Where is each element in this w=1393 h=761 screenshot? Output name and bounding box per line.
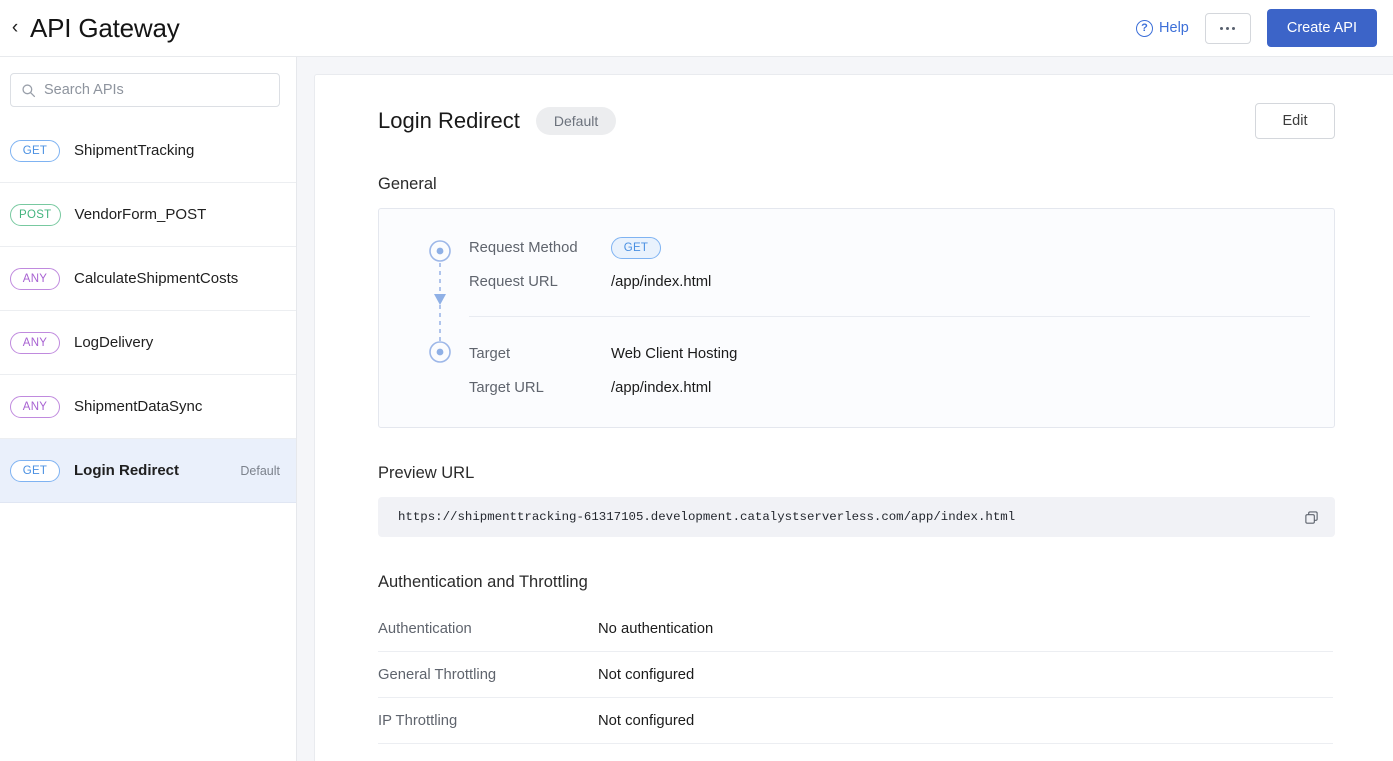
detail-header: Login Redirect Default Edit <box>378 103 1335 139</box>
page-title: API Gateway <box>30 13 180 44</box>
search-box[interactable] <box>10 73 280 107</box>
auth-row-label: IP Throttling <box>378 713 598 729</box>
api-list-item[interactable]: GET Login Redirect Default <box>0 439 296 503</box>
preview-url-text: https://shipmenttracking-61317105.develo… <box>398 510 1015 524</box>
api-name: VendorForm_POST <box>75 206 207 223</box>
api-name: Login Redirect <box>74 462 179 479</box>
auth-row-label: General Throttling <box>378 667 598 683</box>
request-method-row: Request Method GET <box>469 231 1310 265</box>
auth-row-value: Not configured <box>598 713 694 729</box>
target-group: Target Web Client Hosting Target URL /ap… <box>469 316 1310 405</box>
api-list-item[interactable]: ANY LogDelivery <box>0 311 296 375</box>
method-badge: ANY <box>10 332 60 354</box>
general-card: Request Method GET Request URL /app/inde… <box>378 208 1335 428</box>
api-detail-panel: Login Redirect Default Edit General <box>314 74 1393 761</box>
api-name: ShipmentDataSync <box>74 398 202 415</box>
preview-url-box: https://shipmenttracking-61317105.develo… <box>378 497 1335 537</box>
api-list-item[interactable]: ANY CalculateShipmentCosts <box>0 247 296 311</box>
edit-button[interactable]: Edit <box>1255 103 1335 139</box>
target-label: Target <box>469 346 611 362</box>
api-sidebar: GET ShipmentTracking POST VendorForm_POST AN… <box>0 57 297 761</box>
question-circle-icon: ? <box>1136 20 1153 37</box>
more-options-button[interactable] <box>1205 13 1251 44</box>
auth-table: AuthenticationNo authenticationGeneral T… <box>378 606 1333 744</box>
auth-row-value: Not configured <box>598 667 694 683</box>
target-url-label: Target URL <box>469 380 611 396</box>
request-url-value: /app/index.html <box>611 274 711 290</box>
api-name: ShipmentTracking <box>74 142 194 159</box>
api-list-item[interactable]: POST VendorForm_POST <box>0 183 296 247</box>
create-api-button[interactable]: Create API <box>1267 9 1377 47</box>
request-url-label: Request URL <box>469 274 611 290</box>
request-url-row: Request URL /app/index.html <box>469 265 1310 299</box>
api-list-item[interactable]: ANY ShipmentDataSync <box>0 375 296 439</box>
api-list: GET ShipmentTracking POST VendorForm_POST AN… <box>0 119 296 761</box>
api-name: CalculateShipmentCosts <box>74 270 238 287</box>
back-chevron-icon[interactable]: ‹ <box>4 13 26 43</box>
api-gateway-app: ‹ API Gateway ? Help Create API <box>0 0 1393 761</box>
detail-title: Login Redirect <box>378 108 520 134</box>
request-method-label: Request Method <box>469 240 611 256</box>
help-label: Help <box>1159 20 1189 36</box>
flow-connector-icon <box>428 239 452 365</box>
method-badge: GET <box>10 140 60 162</box>
method-badge: POST <box>10 204 61 226</box>
method-badge: ANY <box>10 396 60 418</box>
method-badge: GET <box>10 460 60 482</box>
help-link[interactable]: ? Help <box>1136 20 1189 37</box>
auth-row: AuthenticationNo authentication <box>378 606 1333 652</box>
api-list-item[interactable]: GET ShipmentTracking <box>0 119 296 183</box>
search-container <box>0 57 296 119</box>
search-input[interactable] <box>44 82 269 98</box>
general-section-title: General <box>378 175 1335 194</box>
ellipsis-dot-icon <box>1220 27 1223 30</box>
ellipsis-dot-icon <box>1232 27 1235 30</box>
app-header: ‹ API Gateway ? Help Create API <box>0 0 1393 57</box>
auth-section-title: Authentication and Throttling <box>378 573 1335 592</box>
app-body: GET ShipmentTracking POST VendorForm_POST AN… <box>0 57 1393 761</box>
search-icon <box>21 83 36 98</box>
preview-url-section-title: Preview URL <box>378 464 1335 483</box>
header-actions: ? Help Create API <box>1136 9 1377 47</box>
auth-row-label: Authentication <box>378 621 598 637</box>
ellipsis-dot-icon <box>1226 27 1229 30</box>
auth-row: General ThrottlingNot configured <box>378 652 1333 698</box>
target-value: Web Client Hosting <box>611 346 737 362</box>
general-fields: Request Method GET Request URL /app/inde… <box>469 231 1310 405</box>
main-panel-outer: Login Redirect Default Edit General <box>297 57 1393 761</box>
auth-row: IP ThrottlingNot configured <box>378 698 1333 744</box>
target-row: Target Web Client Hosting <box>469 337 1310 371</box>
request-method-badge: GET <box>611 237 661 259</box>
request-group: Request Method GET Request URL /app/inde… <box>469 231 1310 299</box>
copy-icon[interactable] <box>1304 510 1319 525</box>
api-name: LogDelivery <box>74 334 153 351</box>
auth-row-value: No authentication <box>598 621 713 637</box>
flow-connector <box>411 231 469 405</box>
default-badge: Default <box>536 107 616 135</box>
target-url-row: Target URL /app/index.html <box>469 371 1310 405</box>
method-badge: ANY <box>10 268 60 290</box>
default-tag: Default <box>240 464 280 478</box>
target-url-value: /app/index.html <box>611 380 711 396</box>
